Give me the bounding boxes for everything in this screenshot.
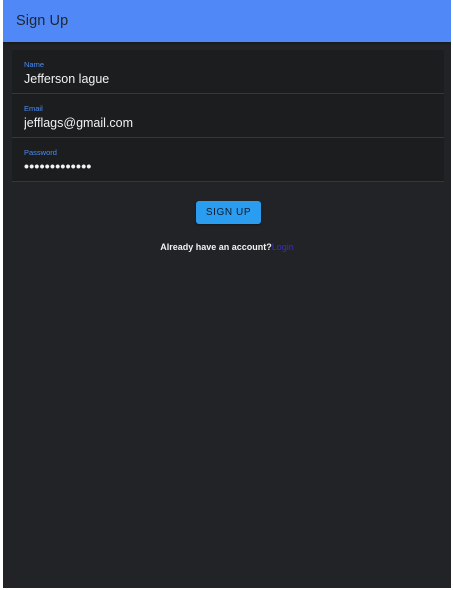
email-field[interactable] [24, 116, 424, 130]
account-prompt: Already have an account?Login [3, 242, 451, 252]
password-field[interactable]: ••••••••••••• [24, 158, 424, 174]
name-field-container[interactable]: Name [12, 50, 444, 94]
page-title: Sign Up [16, 13, 69, 29]
sign-up-button[interactable]: SIGN UP [196, 201, 261, 224]
password-field-label: Password [24, 148, 57, 157]
app-window: Sign Up Name Email Password ••••••••••••… [3, 0, 451, 588]
app-bar: Sign Up [3, 0, 451, 42]
signup-form: Name Email Password ••••••••••••• [12, 50, 444, 182]
account-prompt-text: Already have an account? [160, 242, 272, 252]
password-field-container[interactable]: Password ••••••••••••• [12, 138, 444, 182]
name-field-label: Name [24, 60, 45, 69]
email-field-container[interactable]: Email [12, 94, 444, 138]
email-field-label: Email [24, 104, 43, 113]
login-link[interactable]: Login [272, 242, 294, 252]
name-field[interactable] [24, 72, 424, 86]
